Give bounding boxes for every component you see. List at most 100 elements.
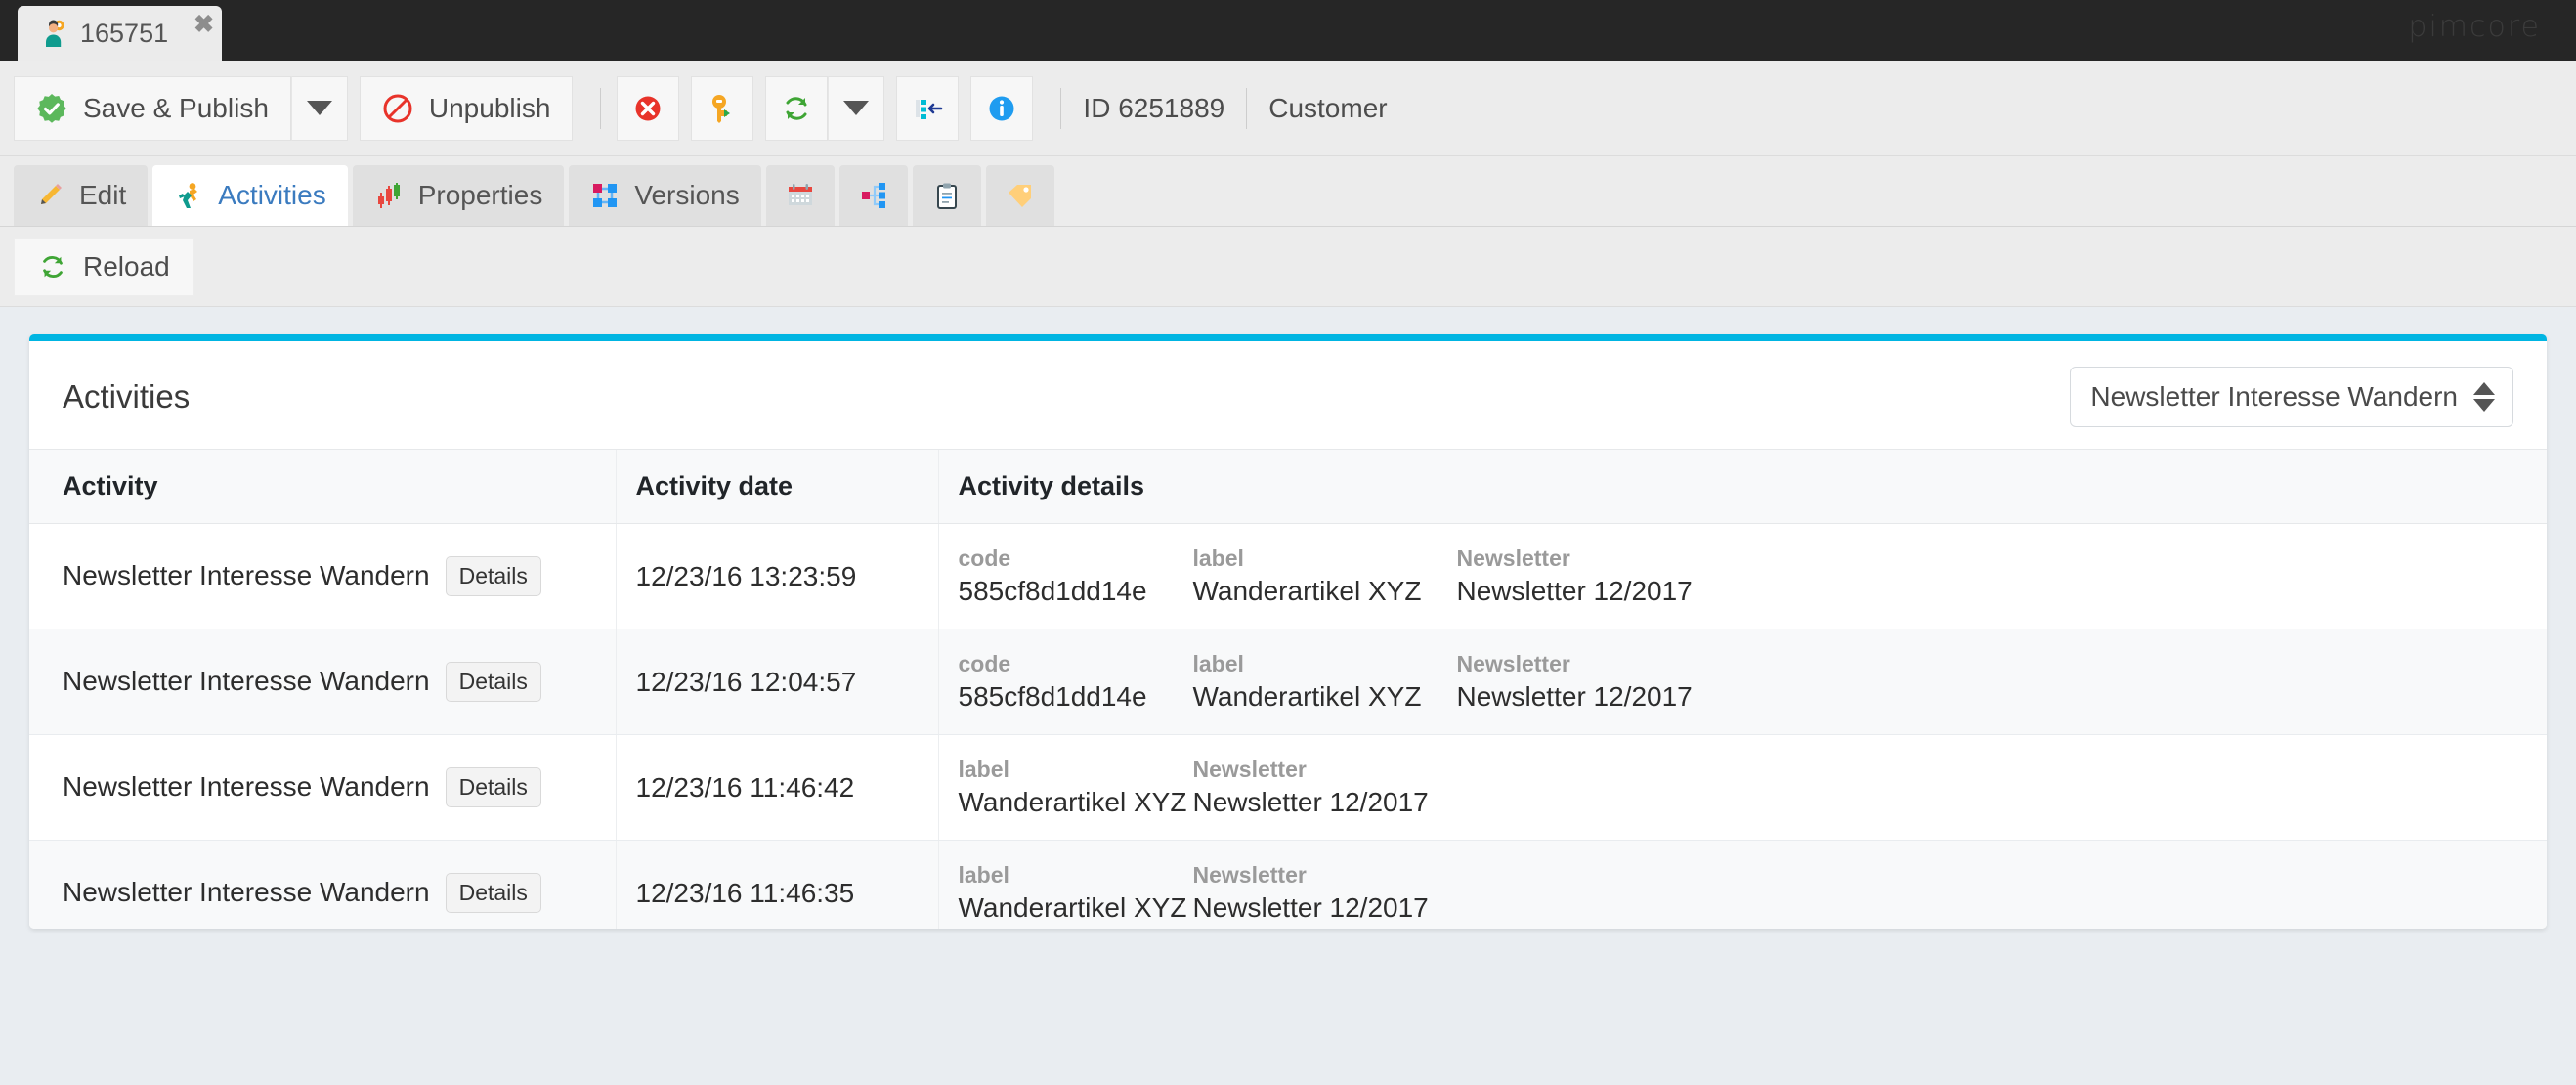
save-publish-menu-button[interactable] (291, 76, 348, 141)
save-publish-label: Save & Publish (83, 93, 269, 124)
unpublish-button[interactable]: Unpublish (360, 76, 574, 141)
jump-to-tree-group (896, 76, 959, 141)
column-header-activity-date: Activity date (616, 450, 938, 524)
detail-key: label (1193, 651, 1457, 677)
activity-name: Newsletter Interesse Wandern (63, 666, 430, 697)
table-row: Newsletter Interesse WandernDetails12/23… (29, 735, 2547, 841)
sort-updown-icon (2473, 382, 2495, 412)
page-title: Activities (63, 378, 190, 415)
detail-field: NewsletterNewsletter 12/2017 (1193, 862, 1457, 924)
detail-key: label (959, 757, 1193, 783)
object-class-label: Customer (1263, 93, 1393, 124)
object-id-label: ID 6251889 (1077, 93, 1230, 124)
chevron-down-icon (307, 101, 332, 115)
details-button[interactable]: Details (446, 873, 541, 913)
orange-key-icon (707, 93, 738, 124)
save-publish-button[interactable]: Save & Publish (14, 76, 291, 141)
table-header-row: Activity Activity date Activity details (29, 450, 2547, 524)
detail-value: 585cf8d1dd14e (959, 681, 1193, 713)
calendar-icon (786, 181, 815, 210)
tab-properties-label: Properties (418, 180, 543, 211)
detail-field: NewsletterNewsletter 12/2017 (1457, 651, 1750, 713)
close-icon[interactable]: ✖ (193, 13, 214, 37)
object-action-toolbar: Save & Publish Unpublish (0, 61, 2576, 156)
tab-activities-label: Activities (218, 180, 325, 211)
unpublish-label: Unpublish (429, 93, 551, 124)
permissions-button[interactable] (691, 76, 753, 141)
pencil-icon (35, 181, 64, 210)
window-titlebar: 165751 ✖ pimcore (0, 0, 2576, 61)
reload-menu-button[interactable] (828, 76, 884, 141)
toolbar-divider-3 (1246, 88, 1247, 129)
detail-value: Newsletter 12/2017 (1193, 892, 1457, 924)
detail-value: Wanderartikel XYZ (1193, 681, 1457, 713)
tab-versions[interactable]: Versions (569, 165, 760, 226)
table-row: Newsletter Interesse WandernDetails12/23… (29, 629, 2547, 735)
clipboard-icon (932, 181, 962, 210)
cell-activity: Newsletter Interesse Wandern Details (29, 841, 616, 930)
cell-activity-date: 12/23/16 11:46:42 (616, 735, 938, 841)
column-header-activity: Activity (29, 450, 616, 524)
detail-field: NewsletterNewsletter 12/2017 (1457, 545, 1750, 607)
info-group (970, 76, 1033, 141)
pimcore-logo: pimcore (2408, 10, 2541, 44)
runner-icon (174, 181, 203, 210)
detail-field: code 585cf8d1dd14e (959, 651, 1193, 713)
tab-edit[interactable]: Edit (14, 165, 148, 226)
activities-panel: Activities Newsletter Interesse Wandern … (29, 334, 2547, 929)
chevron-down-icon (843, 101, 869, 115)
tab-dependencies[interactable] (839, 165, 908, 226)
detail-key: label (1193, 545, 1457, 572)
tab-versions-label: Versions (634, 180, 739, 211)
jump-to-tree-icon (912, 93, 943, 124)
detail-key: Newsletter (1193, 757, 1457, 783)
detail-value: Wanderartikel XYZ (959, 787, 1193, 818)
detail-key: label (959, 862, 1193, 889)
tab-schedule[interactable] (766, 165, 835, 226)
nodes-icon (590, 181, 620, 210)
info-button[interactable] (970, 76, 1033, 141)
red-delete-circle-icon (632, 93, 664, 124)
reload-button[interactable]: Reload (14, 238, 194, 296)
table-row: Newsletter Interesse Wandern Details 12/23… (29, 524, 2547, 629)
detail-value: Newsletter 12/2017 (1457, 681, 1750, 713)
detail-value: Newsletter 12/2017 (1193, 787, 1457, 818)
activities-table-head: Activity Activity date Activity details (29, 450, 2547, 524)
tab-notes-events[interactable] (913, 165, 981, 226)
details-button[interactable]: Details (446, 662, 541, 702)
activity-name: Newsletter Interesse Wandern (63, 877, 430, 908)
toolbar-divider-1 (600, 88, 601, 129)
activities-subtoolbar: Reload (0, 227, 2576, 307)
details-button[interactable]: Details (446, 556, 541, 596)
document-tab-label: 165751 (80, 19, 168, 49)
green-reload-icon (38, 252, 67, 282)
activity-type-filter-select[interactable]: Newsletter Interesse Wandern (2070, 367, 2513, 427)
cell-activity-date: 12/23/16 11:46:35 (616, 841, 938, 930)
unpublish-group: Unpublish (360, 76, 574, 141)
table-row: Newsletter Interesse Wandern Details 12/23… (29, 841, 2547, 930)
detail-field: label Wanderartikel XYZ (1193, 651, 1457, 713)
detail-key: code (959, 545, 1193, 572)
tab-properties[interactable]: Properties (353, 165, 565, 226)
tab-tags[interactable] (986, 165, 1054, 226)
details-button[interactable]: Details (446, 767, 541, 807)
dependencies-icon (859, 181, 888, 210)
reload-label: Reload (83, 251, 170, 282)
tab-activities[interactable]: Activities (152, 165, 347, 226)
object-tab-strip: Edit Activities Properties (0, 156, 2576, 227)
delete-button[interactable] (617, 76, 679, 141)
activity-type-filter-value: Newsletter Interesse Wandern (2090, 381, 2458, 412)
document-tab-165751[interactable]: 165751 ✖ (18, 6, 222, 61)
detail-field: Newsletter Newsletter 12/2017 (1193, 757, 1457, 818)
tag-icon (1006, 181, 1035, 210)
detail-key: Newsletter (1457, 545, 1750, 572)
cell-activity: Newsletter Interesse WandernDetails (29, 735, 616, 841)
detail-key: code (959, 651, 1193, 677)
activity-name: Newsletter Interesse Wandern (63, 560, 430, 591)
jump-to-tree-button[interactable] (896, 76, 959, 141)
activities-content: Activities Newsletter Interesse Wandern … (0, 307, 2576, 929)
cell-activity-date: 12/23/16 13:23:59 (616, 524, 938, 629)
cell-activity-details: code 585cf8d1dd14elabel Wanderartikel XYZN… (938, 629, 2547, 735)
reload-button-toolbar[interactable] (765, 76, 828, 141)
detail-field: code585cf8d1dd14e (959, 545, 1193, 607)
